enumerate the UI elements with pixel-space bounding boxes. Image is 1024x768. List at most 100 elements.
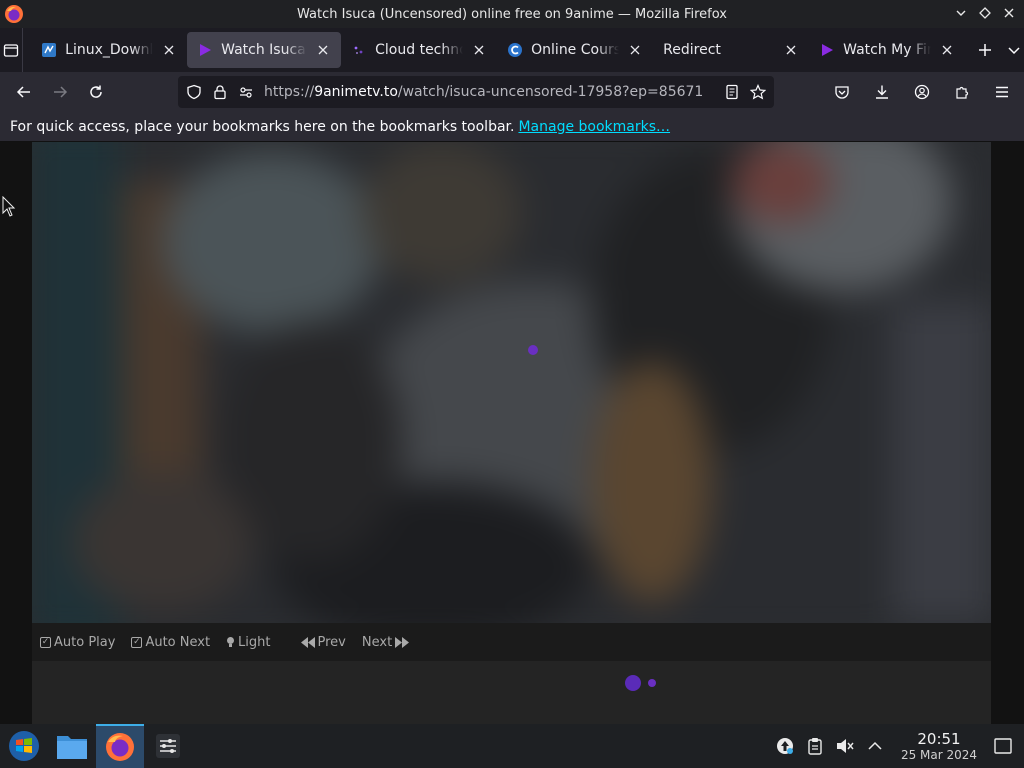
auto-play-label: Auto Play bbox=[54, 634, 116, 650]
tab-close-button[interactable] bbox=[161, 42, 177, 58]
close-icon bbox=[318, 45, 328, 55]
prev-label: Prev bbox=[317, 634, 346, 650]
play-icon bbox=[819, 42, 835, 58]
close-icon bbox=[630, 45, 640, 55]
firefox-view-icon bbox=[3, 44, 19, 57]
download-icon bbox=[876, 85, 888, 99]
account-icon bbox=[914, 84, 930, 100]
url-domain: 9animetv.to bbox=[314, 84, 398, 100]
tab-cloud-technology[interactable]: Cloud technol bbox=[341, 32, 497, 68]
reload-icon bbox=[90, 85, 102, 98]
tab-online-courses[interactable]: Online Course bbox=[497, 32, 653, 68]
chevron-up-icon[interactable] bbox=[864, 735, 886, 757]
video-player[interactable] bbox=[32, 142, 991, 623]
tab-watch-my-first[interactable]: Watch My Firs bbox=[809, 32, 965, 68]
reload-button[interactable] bbox=[78, 76, 114, 108]
minimize-button[interactable] bbox=[952, 4, 970, 22]
clock-date: 25 Mar 2024 bbox=[900, 748, 978, 762]
arrow-left-icon bbox=[16, 86, 30, 98]
update-icon[interactable] bbox=[774, 735, 796, 757]
taskbar-clock[interactable]: 20:51 25 Mar 2024 bbox=[894, 730, 984, 762]
cloud-icon bbox=[351, 42, 367, 58]
app-menu-button[interactable] bbox=[984, 76, 1020, 108]
manage-bookmarks-link[interactable]: Manage bookmarks… bbox=[518, 119, 670, 135]
new-tab-button[interactable] bbox=[975, 32, 995, 68]
clipboard-icon[interactable] bbox=[804, 735, 826, 757]
auto-next-label: Auto Next bbox=[145, 634, 211, 650]
pocket-icon bbox=[835, 86, 849, 99]
tab-linux-downloads[interactable]: Linux_Downlo bbox=[31, 32, 187, 68]
checkbox-icon: ✓ bbox=[131, 636, 143, 648]
tab-title: Watch Isuca (U bbox=[221, 42, 307, 58]
firefox-logo-icon bbox=[5, 5, 23, 23]
taskbar: 20:51 25 Mar 2024 bbox=[0, 724, 1024, 768]
tab-strip: Linux_Downlo Watch Isuca (U Cloud techno… bbox=[0, 28, 1024, 72]
folder-icon bbox=[57, 736, 87, 759]
taskbar-file-manager[interactable] bbox=[48, 724, 96, 768]
plus-icon bbox=[979, 44, 992, 56]
light-toggle[interactable]: Light bbox=[226, 635, 271, 650]
diamond-icon bbox=[979, 7, 991, 19]
tab-close-button[interactable] bbox=[471, 42, 487, 58]
chevron-down-icon bbox=[956, 10, 966, 16]
auto-next-toggle[interactable]: ✓ Auto Next bbox=[131, 635, 210, 650]
back-button[interactable] bbox=[6, 76, 42, 108]
chevron-down-icon bbox=[1008, 47, 1020, 55]
list-all-tabs-button[interactable] bbox=[1004, 32, 1024, 68]
mouse-cursor-icon bbox=[2, 196, 16, 217]
tab-title: Cloud technol bbox=[375, 42, 464, 58]
tab-redirect[interactable]: Redirect bbox=[653, 32, 809, 68]
prev-episode-button[interactable]: Prev bbox=[300, 634, 346, 650]
close-window-button[interactable] bbox=[1000, 4, 1018, 22]
loading-spinner-dot bbox=[528, 345, 538, 355]
puzzle-icon bbox=[956, 86, 969, 99]
close-icon bbox=[474, 45, 484, 55]
start-menu-button[interactable] bbox=[0, 724, 48, 768]
lock-icon[interactable] bbox=[212, 84, 228, 100]
star-icon[interactable] bbox=[750, 84, 766, 100]
auto-play-toggle[interactable]: ✓ Auto Play bbox=[40, 635, 115, 650]
next-episode-button[interactable]: Next bbox=[362, 635, 410, 650]
reader-view-icon[interactable] bbox=[724, 84, 740, 100]
tab-watch-isuca[interactable]: Watch Isuca (U bbox=[187, 32, 342, 68]
loading-dot bbox=[625, 675, 641, 691]
tab-close-button[interactable] bbox=[939, 42, 955, 58]
show-desktop-button[interactable] bbox=[992, 735, 1014, 757]
taskbar-settings[interactable] bbox=[144, 724, 192, 768]
blurred-video-frame bbox=[32, 142, 991, 623]
player-controls: ✓ Auto Play ✓ Auto Next Light Prev Next bbox=[32, 623, 991, 661]
close-icon bbox=[1004, 8, 1014, 18]
tab-title: Online Course bbox=[531, 42, 620, 58]
linux-icon bbox=[41, 42, 57, 58]
bookmarks-toolbar: For quick access, place your bookmarks h… bbox=[0, 112, 1024, 142]
backward-icon bbox=[300, 636, 315, 648]
forward-button[interactable] bbox=[42, 76, 78, 108]
tab-close-button[interactable] bbox=[315, 42, 331, 58]
firefox-icon bbox=[106, 733, 134, 761]
firefox-view-button[interactable] bbox=[0, 28, 24, 72]
tab-close-button[interactable] bbox=[783, 42, 799, 58]
shield-icon[interactable] bbox=[186, 84, 202, 100]
pocket-button[interactable] bbox=[824, 76, 860, 108]
permissions-icon[interactable] bbox=[238, 84, 254, 100]
sliders-icon bbox=[156, 734, 180, 758]
extensions-button[interactable] bbox=[944, 76, 980, 108]
arrow-right-icon bbox=[54, 86, 68, 98]
page-content: ✓ Auto Play ✓ Auto Next Light Prev Next bbox=[0, 142, 1024, 724]
account-button[interactable] bbox=[904, 76, 940, 108]
checkbox-icon: ✓ bbox=[40, 636, 51, 648]
url-bar[interactable]: https://9animetv.to/watch/isuca-uncensor… bbox=[178, 76, 774, 108]
tab-title: Redirect bbox=[663, 42, 721, 58]
downloads-button[interactable] bbox=[864, 76, 900, 108]
tab-title: Linux_Downlo bbox=[65, 42, 154, 58]
tab-close-button[interactable] bbox=[627, 42, 643, 58]
navigation-toolbar: https://9animetv.to/watch/isuca-uncensor… bbox=[0, 72, 1024, 112]
desktop-icon bbox=[994, 738, 1012, 754]
taskbar-firefox[interactable] bbox=[96, 724, 144, 768]
url-prefix: https:// bbox=[264, 84, 315, 100]
window-titlebar: Watch Isuca (Uncensored) online free on … bbox=[0, 0, 1024, 28]
volume-muted-icon[interactable] bbox=[834, 735, 856, 757]
url-text[interactable]: https://9animetv.to/watch/isuca-uncensor… bbox=[264, 84, 714, 100]
maximize-button[interactable] bbox=[976, 4, 994, 22]
url-path: /watch/isuca-uncensored-17958?ep=85671 bbox=[397, 84, 704, 100]
